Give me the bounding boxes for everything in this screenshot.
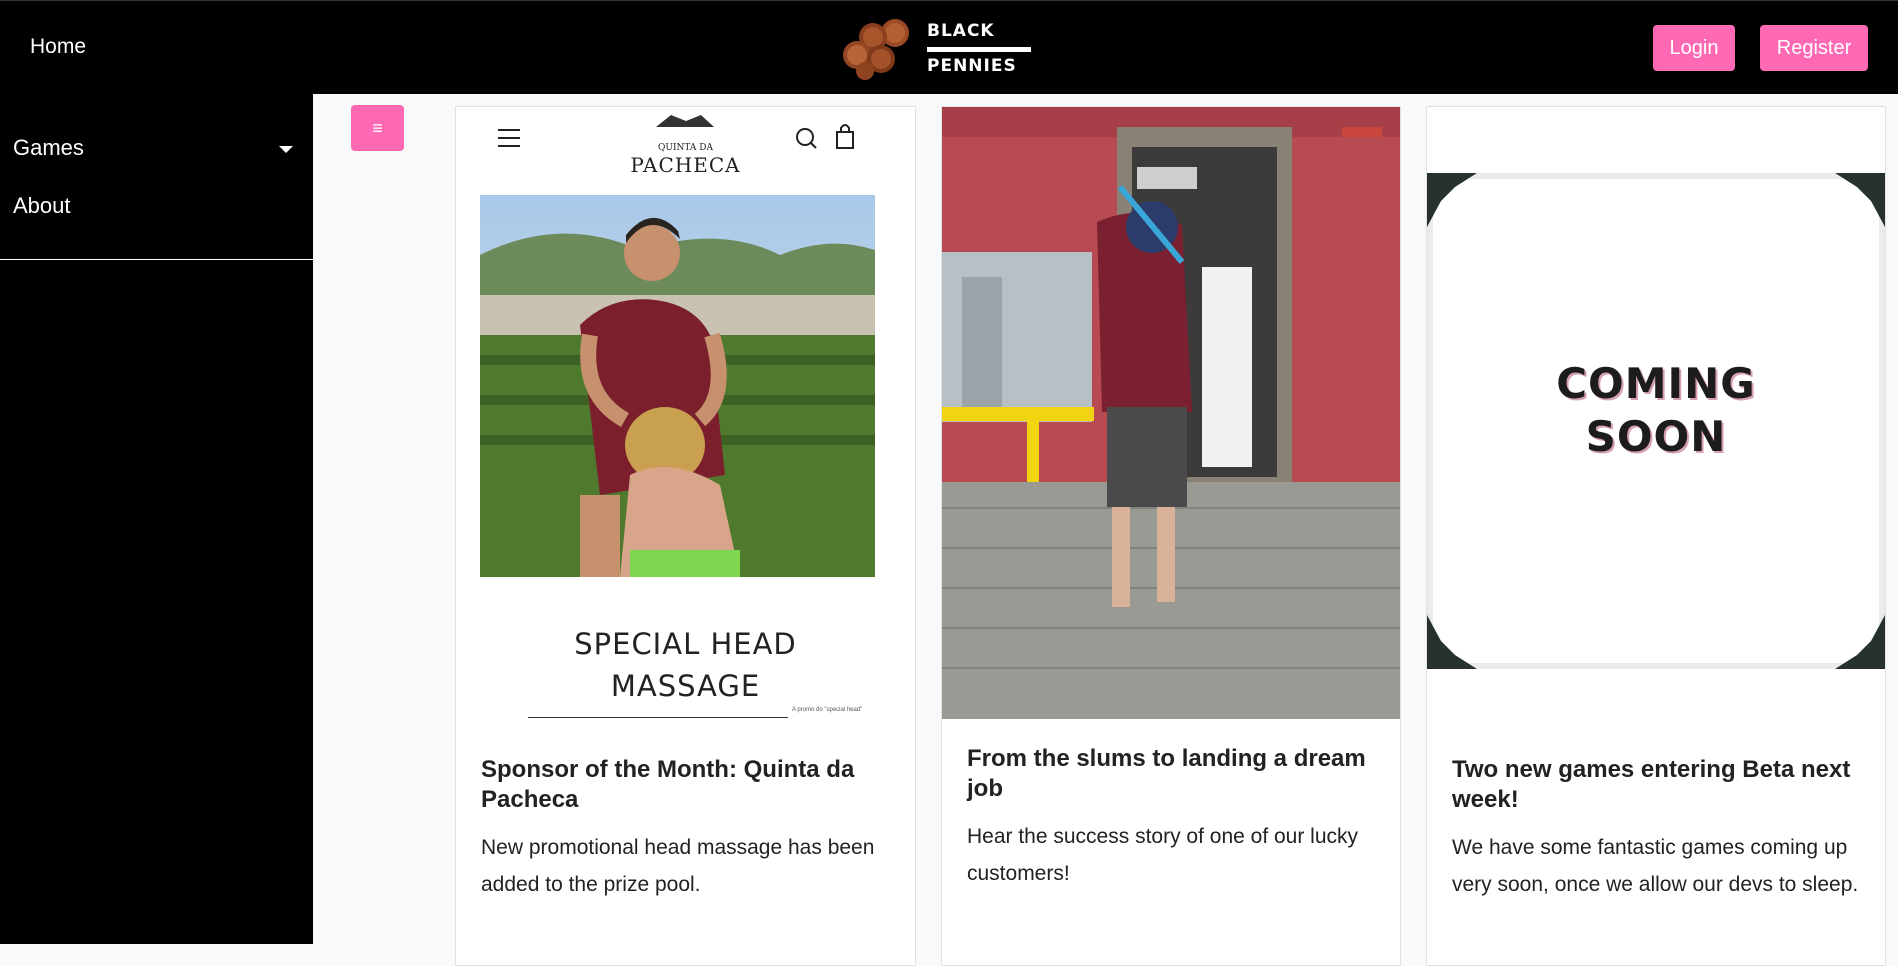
pacheca-crest-icon xyxy=(656,115,714,127)
home-link[interactable]: Home xyxy=(30,35,86,59)
brand-small-text: QUINTA DA xyxy=(658,143,713,153)
pennies-icon xyxy=(843,19,909,80)
logo-text-black: BLACK xyxy=(927,21,995,41)
promo-headline-1: SPECIAL HEAD xyxy=(574,627,797,661)
sidebar-divider xyxy=(0,259,313,260)
promo-caption: A promo do "special head" xyxy=(792,707,863,713)
coming-soon-line-2: SOON xyxy=(1585,412,1727,461)
news-card[interactable]: COMING SOON Two new games entering Beta … xyxy=(1426,106,1886,966)
card-image-promo: QUINTA DA PACHECA SPECIAL HEAD MASSAGE A… xyxy=(456,107,915,727)
sidebar-item-about[interactable]: About xyxy=(13,193,71,219)
news-card[interactable]: From the slums to landing a dream job He… xyxy=(941,106,1401,966)
brand-name-text: PACHECA xyxy=(630,153,741,177)
promo-headline-2: MASSAGE xyxy=(610,669,761,703)
card-text: We have some fantastic games coming up v… xyxy=(1452,836,1859,896)
card-image-coming-soon: COMING SOON xyxy=(1427,107,1885,727)
sidebar-item-label: Games xyxy=(13,135,84,160)
promo-divider xyxy=(528,717,788,718)
card-title[interactable]: Two new games entering Beta next week! xyxy=(1452,755,1865,815)
news-card[interactable]: QUINTA DA PACHECA SPECIAL HEAD MASSAGE A… xyxy=(455,106,916,966)
card-title[interactable]: From the slums to landing a dream job xyxy=(967,744,1380,804)
coming-soon-line-1: COMING xyxy=(1556,359,1756,408)
card-title[interactable]: Sponsor of the Month: Quinta da Pacheca xyxy=(481,755,895,815)
sidebar-item-games[interactable]: Games xyxy=(13,135,293,161)
sidebar-item-label: About xyxy=(13,193,71,218)
login-button[interactable]: Login xyxy=(1653,25,1735,71)
chevron-down-icon xyxy=(279,146,293,153)
card-text: New promotional head massage has been ad… xyxy=(481,836,875,896)
sidebar-toggle-button[interactable]: ≡ xyxy=(351,105,404,151)
register-button[interactable]: Register xyxy=(1760,25,1868,71)
massage-photo xyxy=(480,195,875,577)
logo-text-pennies: PENNIES xyxy=(927,56,1017,76)
card-image-success-story xyxy=(942,107,1400,719)
black-pennies-logo[interactable]: BLACK PENNIES xyxy=(835,15,1035,81)
card-text: Hear the success story of one of our luc… xyxy=(967,825,1359,885)
sidebar: Games About xyxy=(0,94,313,944)
top-navbar: Home BLACK PENNIES Login Register xyxy=(0,0,1898,94)
